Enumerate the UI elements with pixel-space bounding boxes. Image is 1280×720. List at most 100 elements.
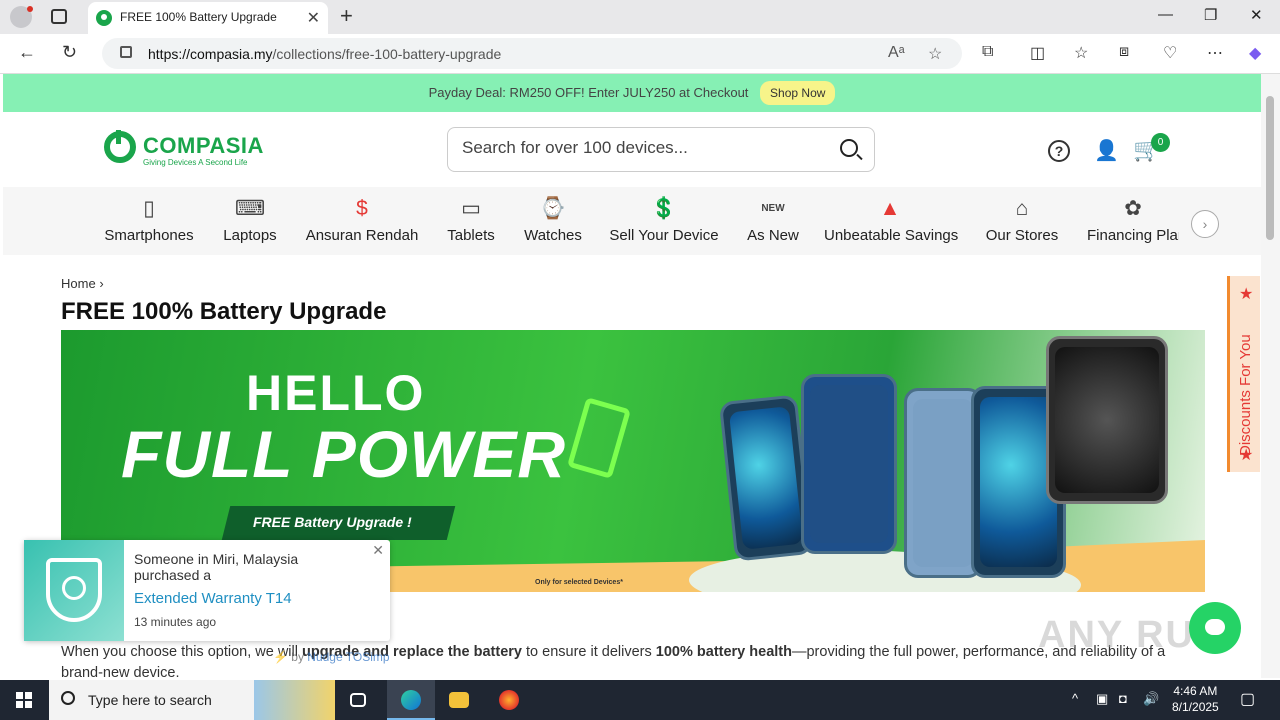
- web-page: Payday Deal: RM250 OFF! Enter JULY250 at…: [3, 74, 1261, 678]
- category-tablets[interactable]: ▭ Tablets: [445, 197, 497, 245]
- profile-avatar-icon[interactable]: [10, 6, 33, 28]
- browser-essentials-icon[interactable]: ♡: [1163, 43, 1177, 63]
- category-watches[interactable]: ⌚ Watches: [523, 197, 583, 245]
- star-icon: ★: [1239, 286, 1254, 303]
- task-view-icon[interactable]: [336, 680, 384, 720]
- purchase-notification[interactable]: Someone in Miri, Malaysia purchased a Ex…: [24, 540, 390, 641]
- compasia-logo-icon[interactable]: [104, 130, 136, 163]
- laptop-icon: ⌨: [234, 197, 266, 220]
- notification-product-link[interactable]: Extended Warranty T14: [134, 590, 292, 607]
- notification-close-icon[interactable]: ✕: [372, 542, 384, 559]
- more-menu-icon[interactable]: ⋯: [1207, 43, 1223, 63]
- promo-bar: Payday Deal: RM250 OFF! Enter JULY250 at…: [3, 74, 1261, 112]
- category-our-stores[interactable]: ⌂ Our Stores: [985, 197, 1059, 245]
- discounts-label: Discounts For You: [1237, 334, 1254, 456]
- savings-icon: ▲: [879, 197, 901, 220]
- copilot-icon[interactable]: ◆: [1249, 43, 1261, 63]
- site-info-icon[interactable]: [120, 46, 132, 58]
- notification-location: Someone in Miri, Malaysia: [134, 551, 299, 567]
- tablet-icon: ▭: [461, 197, 481, 220]
- warranty-image: [24, 540, 124, 641]
- scrollbar-thumb[interactable]: [1266, 96, 1274, 240]
- collections-icon[interactable]: ⧈: [1119, 43, 1129, 61]
- page-title: FREE 100% Battery Upgrade: [61, 298, 387, 325]
- wifi-icon[interactable]: ◘: [1119, 691, 1127, 706]
- logo-text[interactable]: COMPASIA: [143, 133, 264, 159]
- site-header: COMPASIA Giving Devices A Second Life ? …: [3, 112, 1261, 187]
- help-icon[interactable]: ?: [1048, 140, 1070, 162]
- chevron-right-icon: ›: [99, 276, 104, 291]
- category-next-arrow-icon[interactable]: ›: [1191, 210, 1219, 238]
- favorite-star-icon[interactable]: ☆: [928, 44, 942, 64]
- page-scrollbar[interactable]: [1261, 74, 1280, 678]
- category-unbeatable-savings[interactable]: ▲ Unbeatable Savings: [824, 197, 958, 245]
- edge-taskbar-icon[interactable]: [387, 680, 435, 720]
- search-icon[interactable]: [840, 139, 858, 157]
- tab-actions-icon[interactable]: [51, 9, 67, 24]
- category-sell-your-device[interactable]: 💲 Sell Your Device: [609, 197, 719, 245]
- file-explorer-icon[interactable]: [435, 680, 483, 720]
- banner-ribbon-text: FREE Battery Upgrade !: [253, 514, 412, 530]
- taskbar-clock[interactable]: 4:46 AM 8/1/2025: [1172, 683, 1219, 715]
- cart-count-badge: 0: [1151, 133, 1170, 152]
- volume-icon[interactable]: 🔊: [1143, 691, 1159, 707]
- search-box: [447, 127, 875, 172]
- notifications-icon[interactable]: ▢: [1240, 689, 1255, 709]
- read-aloud-icon[interactable]: Aᵃ: [888, 44, 905, 62]
- breadcrumb: Home ›: [61, 276, 104, 291]
- address-toolbar: ← ↻ https://compasia.my/collections/free…: [0, 34, 1280, 74]
- star-icon: ★: [1239, 447, 1254, 464]
- chat-button-icon[interactable]: [1189, 602, 1241, 654]
- network-icon[interactable]: ▣: [1096, 691, 1108, 707]
- category-ansuran-rendah[interactable]: $ Ansuran Rendah: [305, 197, 419, 245]
- category-as-new[interactable]: NEW As New: [744, 197, 802, 245]
- category-laptops[interactable]: ⌨ Laptops: [221, 197, 279, 245]
- category-smartphones[interactable]: ▯ Smartphones: [104, 197, 194, 245]
- search-highlight-image: [254, 680, 335, 720]
- promo-text: Payday Deal: RM250 OFF! Enter JULY250 at…: [428, 85, 749, 100]
- category-nav: ▯ Smartphones ⌨ Laptops $ Ansuran Rendah…: [3, 187, 1261, 255]
- tray-chevron-icon[interactable]: ^: [1072, 691, 1078, 706]
- notification-time: 13 minutes ago: [134, 615, 217, 629]
- browser-titlebar: FREE 100% Battery Upgrade ✕ + — ❐ ✕: [0, 0, 1280, 34]
- favorites-icon[interactable]: ☆: [1074, 43, 1088, 63]
- banner-full-power-text: FULL POWER: [121, 417, 567, 491]
- smartphone-icon: ▯: [143, 197, 155, 220]
- tab-close-icon[interactable]: ✕: [307, 8, 320, 28]
- notification-credit: ⚡ by Nudge TOSimp: [273, 650, 390, 664]
- battery-icon: [566, 397, 632, 479]
- taskbar-search[interactable]: Type here to search: [49, 680, 335, 720]
- breadcrumb-home[interactable]: Home: [61, 276, 96, 291]
- taskbar-search-text: Type here to search: [88, 692, 212, 708]
- windows-start-icon[interactable]: [16, 692, 32, 708]
- clock-icon: [62, 576, 86, 600]
- notification-action: purchased a: [134, 567, 212, 583]
- banner-hello-text: HELLO: [246, 365, 426, 421]
- logo-tagline: Giving Devices A Second Life: [143, 158, 248, 167]
- refresh-icon[interactable]: ↻: [62, 42, 77, 63]
- url-text[interactable]: https://compasia.my/collections/free-100…: [148, 46, 501, 62]
- restore-icon[interactable]: ❐: [1204, 6, 1217, 24]
- shop-now-button[interactable]: Shop Now: [760, 81, 836, 105]
- minimize-icon[interactable]: —: [1158, 6, 1173, 23]
- description-text: When you choose this option, we will upg…: [61, 644, 1166, 678]
- search-input[interactable]: [462, 138, 822, 158]
- new-tab-icon[interactable]: +: [340, 3, 353, 29]
- split-screen-icon[interactable]: ◫: [1030, 43, 1045, 63]
- phone-image-5: [1046, 336, 1168, 504]
- browser-tab[interactable]: FREE 100% Battery Upgrade ✕: [88, 2, 328, 34]
- taskbar: Type here to search ^ ▣ ◘ 🔊 4:46 AM 8/1/…: [0, 680, 1280, 720]
- back-icon[interactable]: ←: [18, 42, 36, 63]
- installment-icon: $: [356, 197, 368, 220]
- phone-image-1: [718, 394, 814, 562]
- account-icon[interactable]: 👤: [1094, 138, 1119, 163]
- new-badge-icon: NEW: [761, 203, 785, 214]
- category-financing-plan[interactable]: ✿ Financing Plan: [1087, 197, 1179, 245]
- tab-title: FREE 100% Battery Upgrade: [120, 10, 277, 24]
- extensions-icon[interactable]: ⧉: [982, 43, 993, 61]
- window-close-icon[interactable]: ✕: [1250, 6, 1263, 24]
- firefox-icon[interactable]: [485, 680, 533, 720]
- discounts-side-tab[interactable]: ★ Discounts For You ★: [1227, 276, 1260, 472]
- url-bar[interactable]: https://compasia.my/collections/free-100…: [102, 38, 962, 69]
- sell-device-icon: 💲: [650, 197, 678, 220]
